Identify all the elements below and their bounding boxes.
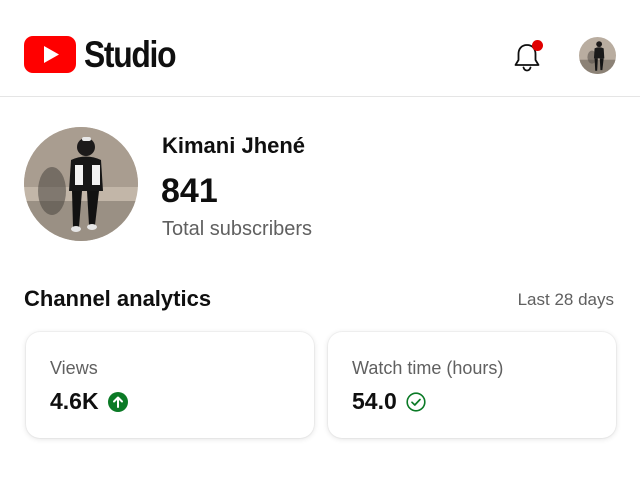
notification-dot (532, 40, 543, 51)
account-avatar[interactable] (579, 37, 616, 74)
subscriber-count: 841 (161, 172, 218, 210)
app-name: Studio (84, 34, 177, 75)
youtube-studio-logo[interactable]: Studio (24, 36, 190, 73)
watch-time-card[interactable]: Watch time (hours) 54.0 (328, 332, 616, 438)
views-value-row: 4.6K (50, 388, 128, 415)
views-label: Views (50, 358, 98, 378)
top-app-bar: Studio (0, 0, 640, 97)
watch-time-value-row: 54.0 (352, 388, 426, 415)
youtube-logo-icon (24, 36, 76, 73)
subscriber-label: Total subscribers (162, 218, 313, 240)
arrow-up-circle-icon (107, 391, 128, 412)
watch-time-value: 54.0 (352, 388, 397, 414)
notifications-button[interactable] (510, 40, 544, 74)
watch-time-label: Watch time (hours) (352, 358, 504, 378)
period-selector[interactable]: Last 28 days (518, 290, 614, 310)
avatar-photo (579, 37, 616, 74)
views-value: 4.6K (50, 388, 99, 414)
views-card[interactable]: Views 4.6K (26, 332, 314, 438)
channel-analytics-heading: Channel analytics (24, 286, 212, 311)
channel-avatar[interactable] (24, 127, 138, 241)
channel-avatar-photo (24, 127, 138, 241)
check-circle-icon (406, 391, 426, 412)
channel-name: Kimani Jhené (162, 133, 306, 158)
